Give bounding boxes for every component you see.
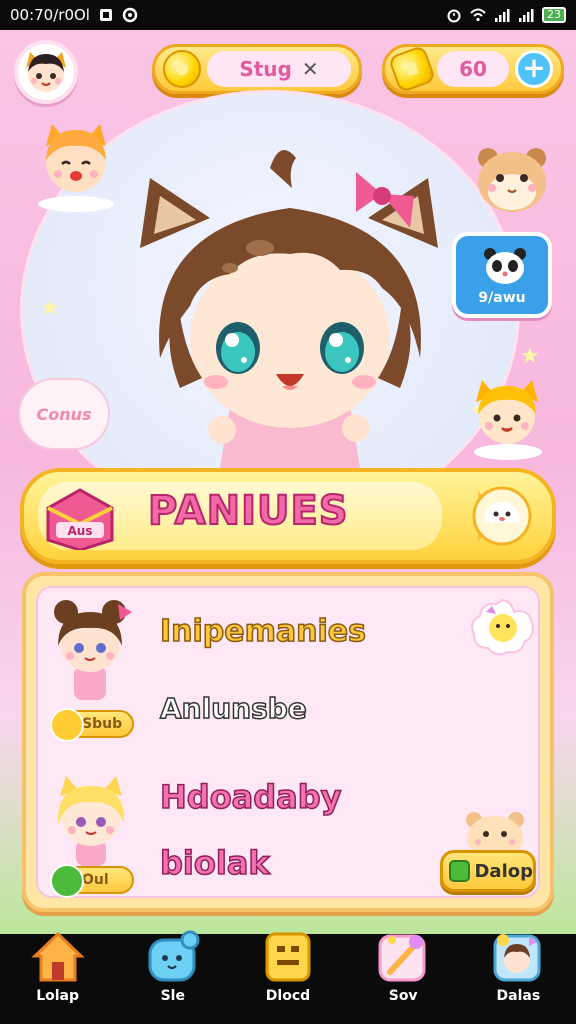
slime-icon <box>148 930 200 982</box>
nav-label-slime: Sle <box>160 988 185 1004</box>
row-title-2: Anlunsbe <box>159 691 307 726</box>
character-blonde-girl[interactable] <box>44 770 138 870</box>
speech-bubble: Conus <box>18 378 110 450</box>
speech-badge-blue[interactable]: 9/awu <box>452 232 552 318</box>
row-title-1: Inipemanies <box>159 613 366 650</box>
peeking-hamster-icon <box>466 812 524 856</box>
sparkle-icon: ★ <box>40 296 60 321</box>
level-pill-1-text: Sbub <box>82 716 123 732</box>
main-character[interactable] <box>120 138 460 468</box>
bottom-nav: Lolap Sle Dlocd Sov Dalas <box>0 930 576 1024</box>
block-icon <box>265 932 311 982</box>
gem-count: 60 <box>459 57 487 81</box>
close-icon[interactable]: ✕ <box>302 57 319 81</box>
nav-label-character: Dalas <box>496 988 541 1004</box>
level-pill-2[interactable]: Oul <box>50 864 134 898</box>
panda-icon <box>484 248 526 284</box>
mini-character-yellow-cat[interactable] <box>462 372 552 464</box>
stamina-label: Stug <box>239 57 292 81</box>
profile-avatar-button[interactable] <box>14 40 78 104</box>
star-badge-icon[interactable] <box>466 596 540 658</box>
action-button[interactable]: Dalop <box>440 850 536 892</box>
character-brunette-girl[interactable] <box>40 594 140 706</box>
status-time: 00:70/r0Ol <box>10 6 90 24</box>
sparkle-icon: ★ <box>520 344 540 369</box>
mini-character-hamster[interactable] <box>470 138 554 222</box>
nav-label-wand: Sov <box>388 988 418 1004</box>
level-pill-1[interactable]: Sbub <box>50 708 134 742</box>
row-title-4: biolak <box>159 843 270 883</box>
nav-item-character[interactable]: Dalas <box>470 934 566 1024</box>
nav-item-slime[interactable]: Sle <box>125 930 221 1024</box>
nav-item-wand[interactable]: Sov <box>355 934 451 1024</box>
battery-indicator: 23 <box>542 7 566 23</box>
nav-item-home[interactable]: Lolap <box>10 931 106 1024</box>
banner-title: PANIUES <box>147 487 349 535</box>
ghost-icon[interactable] <box>470 486 534 546</box>
action-button-label: Dalop <box>474 860 533 882</box>
gift-icon: Aus <box>46 488 114 550</box>
row-title-3: Hdoadaby <box>159 777 342 817</box>
signal-icon <box>495 9 510 22</box>
signal-icon-2 <box>519 9 534 22</box>
coin-icon <box>50 708 84 742</box>
action-button-icon <box>449 860 471 882</box>
gift-icon-text: Aus <box>68 524 93 538</box>
mini-character-orange-cat[interactable] <box>28 116 124 216</box>
nav-label-home: Lolap <box>36 988 79 1004</box>
check-icon <box>50 864 84 898</box>
currency-pill-gems[interactable]: 60 + <box>382 44 564 94</box>
nav-label-block: Dlocd <box>265 988 311 1004</box>
speech-bubble-text: Conus <box>36 404 92 424</box>
level-pill-2-text: Oul <box>82 872 109 888</box>
alarm-icon <box>447 9 461 23</box>
status-bar: 00:70/r0Ol 23 <box>0 0 576 30</box>
currency-pill-stamina[interactable]: Stug ✕ <box>152 44 362 94</box>
nav-item-block[interactable]: Dlocd <box>240 932 336 1024</box>
gem-icon <box>387 44 437 94</box>
character-icon <box>493 934 541 982</box>
wifi-icon <box>470 8 486 22</box>
home-icon <box>30 931 85 982</box>
notification-icon <box>99 9 112 21</box>
badge-text: 9/awu <box>478 290 526 306</box>
add-gems-button[interactable]: + <box>515 50 553 88</box>
sync-icon <box>122 7 138 23</box>
avatar-icon <box>26 52 66 92</box>
wand-icon <box>378 934 426 982</box>
coin-icon <box>163 50 201 88</box>
